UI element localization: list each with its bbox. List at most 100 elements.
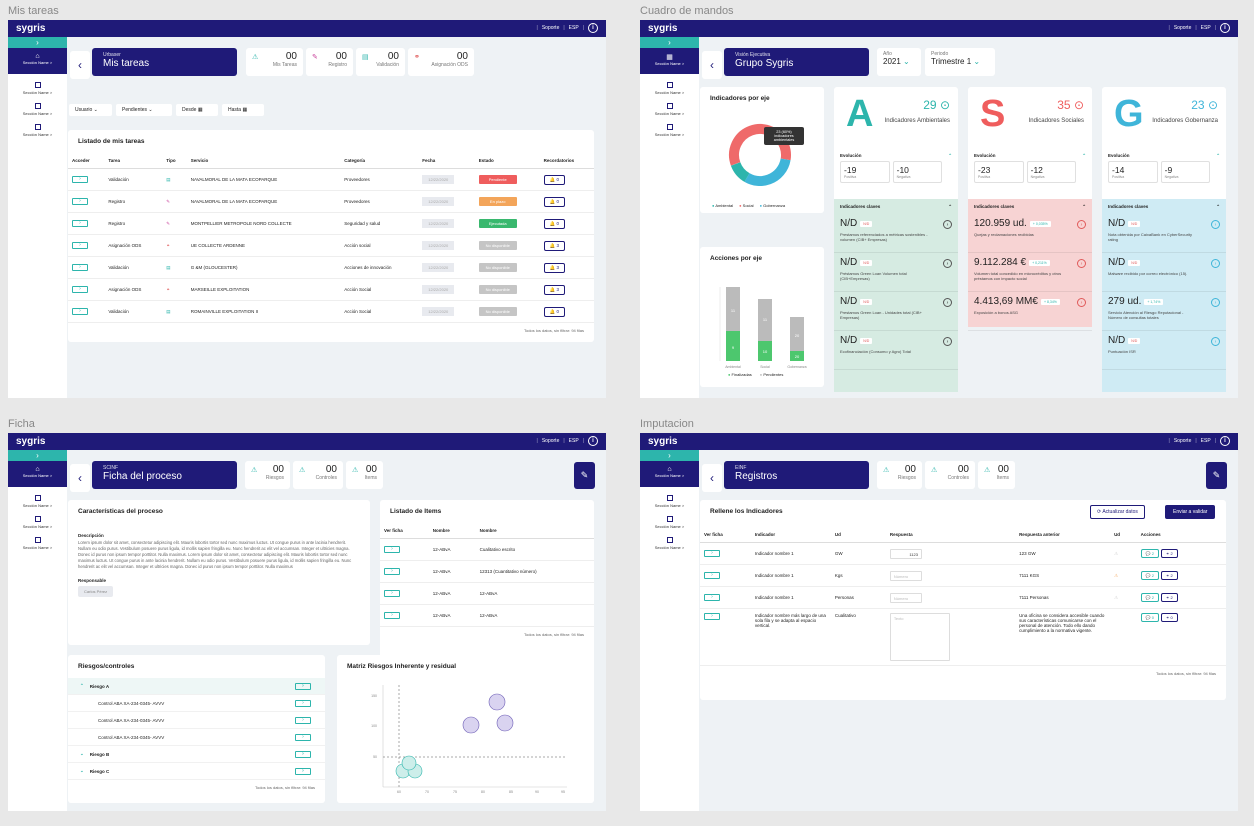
col-header[interactable]: Recordatorios	[539, 153, 594, 169]
sidebar-item[interactable]: Sección Name >	[8, 495, 67, 508]
risk-row[interactable]: ⌄ Riesgo B ›	[68, 746, 325, 763]
sidebar-toggle[interactable]: ›	[640, 37, 699, 48]
language-selector[interactable]: ESP	[1201, 25, 1211, 31]
sidebar-item[interactable]: Sección Name >	[8, 516, 67, 529]
back-button[interactable]: ‹	[702, 464, 722, 492]
back-button[interactable]: ‹	[702, 51, 722, 79]
home-icon: ⌂	[35, 53, 40, 60]
support-link[interactable]: Soporte	[1174, 25, 1192, 31]
language-selector[interactable]: ESP	[1201, 438, 1211, 444]
reminder-button[interactable]: 🔔 0	[543, 306, 565, 317]
go-icon[interactable]: ›	[1211, 220, 1220, 229]
sidebar-item[interactable]: Sección Name >	[640, 103, 699, 116]
info-icon[interactable]: i	[1220, 23, 1230, 33]
sidebar-item[interactable]: Sección Name >	[8, 103, 67, 116]
go-icon[interactable]: ›	[1211, 298, 1220, 307]
filter-hasta[interactable]: Hasta ▦	[222, 104, 264, 116]
filter-pendientes[interactable]: Pendientes ⌄	[116, 104, 172, 116]
col-header[interactable]: Servicio	[186, 153, 341, 169]
info-icon[interactable]: i	[588, 23, 598, 33]
sidebar-item[interactable]: Sección Name >	[640, 495, 699, 508]
col-header[interactable]: Tipo	[162, 153, 187, 169]
sidebar-item[interactable]: Sección Name >	[640, 537, 699, 550]
sidebar-toggle[interactable]: ›	[8, 450, 67, 461]
top-bar: sygris | Soporte | ESP | i	[640, 20, 1238, 37]
reminder-button[interactable]: 🔔 0	[543, 196, 565, 207]
go-icon[interactable]: ›	[943, 298, 952, 307]
top-bar: sygris | Soporte | ESP | i	[8, 433, 606, 450]
access-button[interactable]: ›	[72, 308, 88, 315]
edit-button[interactable]: ✎	[574, 462, 595, 489]
reminder-button[interactable]: 🔔 3	[543, 262, 565, 273]
control-row[interactable]: Control ABA XA-234-0345- AVVV ›	[68, 729, 325, 746]
sidebar-item[interactable]: Sección Name >	[640, 124, 699, 137]
sidebar-item[interactable]: Sección Name >	[8, 124, 67, 137]
control-row[interactable]: Control ABA XA-234-0345- AVVV ›	[68, 695, 325, 712]
sidebar-item-active[interactable]: ▦ Sección Name >	[640, 48, 699, 74]
filter-desde[interactable]: Desde ▦	[176, 104, 218, 116]
risk-row[interactable]: ⌄ Riesgo C ›	[68, 763, 325, 780]
language-selector[interactable]: ESP	[569, 25, 579, 31]
year-select[interactable]: Año 2021 ⌄	[877, 48, 921, 76]
answer-input[interactable]: 1123	[889, 548, 922, 559]
sidebar-item[interactable]: Sección Name >	[8, 82, 67, 95]
reminder-button[interactable]: 🔔 0	[543, 174, 565, 185]
refresh-button[interactable]: ⟳ Actualizar datos	[1090, 505, 1145, 519]
language-selector[interactable]: ESP	[569, 438, 579, 444]
sidebar-toggle[interactable]: ›	[640, 450, 699, 461]
sidebar-toggle[interactable]: ›	[8, 37, 67, 48]
go-icon[interactable]: ›	[943, 259, 952, 268]
logo: sygris	[16, 23, 46, 34]
back-button[interactable]: ‹	[70, 51, 90, 79]
reminder-button[interactable]: 🔔 0	[543, 218, 565, 229]
col-header[interactable]: Fecha	[418, 153, 475, 169]
go-icon[interactable]: ›	[1211, 259, 1220, 268]
view-button[interactable]: ›	[384, 612, 400, 619]
page-title: Ficha del proceso	[103, 471, 182, 482]
col-header[interactable]: Estado	[474, 153, 540, 169]
control-row[interactable]: Control ABA XA-234-0345- AVVV ›	[68, 712, 325, 729]
sidebar-item[interactable]: Sección Name >	[640, 516, 699, 529]
access-button[interactable]: ›	[72, 176, 88, 183]
table-row: › 12-ABvA 12-ABvA	[380, 604, 594, 627]
period-select[interactable]: Periodo Trimestre 1 ⌄	[925, 48, 995, 76]
reminder-button[interactable]: 🔔 3	[543, 240, 565, 251]
view-button[interactable]: ›	[384, 590, 400, 597]
go-icon[interactable]: ›	[1077, 298, 1086, 307]
go-icon[interactable]: ›	[1077, 220, 1086, 229]
access-button[interactable]: ›	[72, 286, 88, 293]
answer-input[interactable]: Número	[889, 592, 922, 603]
go-icon[interactable]: ›	[1077, 259, 1086, 268]
sidebar-item[interactable]: Sección Name >	[640, 82, 699, 95]
answer-textarea[interactable]: Texto	[889, 613, 950, 661]
support-link[interactable]: Soporte	[1174, 438, 1192, 444]
access-button[interactable]: ›	[72, 198, 88, 205]
sidebar-item-active[interactable]: ⌂ Sección Name >	[8, 48, 67, 74]
go-icon[interactable]: ›	[943, 220, 952, 229]
info-icon[interactable]: i	[588, 436, 598, 446]
col-header[interactable]: Acceder	[68, 153, 105, 169]
sidebar-item-active[interactable]: ⌂ Sección Name >	[640, 461, 699, 487]
reminder-button[interactable]: 🔔 3	[543, 284, 565, 295]
back-button[interactable]: ‹	[70, 464, 90, 492]
risk-row[interactable]: ⌃ Riesgo A ›	[68, 678, 325, 695]
support-link[interactable]: Soporte	[542, 25, 560, 31]
go-icon[interactable]: ›	[1211, 337, 1220, 346]
view-button[interactable]: ›	[384, 546, 400, 553]
access-button[interactable]: ›	[72, 264, 88, 271]
col-header[interactable]: Tarea	[104, 153, 163, 169]
support-link[interactable]: Soporte	[542, 438, 560, 444]
filter-usuario[interactable]: Usuario ⌄	[69, 104, 112, 116]
view-button[interactable]: ›	[384, 568, 400, 575]
send-validate-button[interactable]: Enviar a validar	[1165, 505, 1216, 519]
go-icon[interactable]: ›	[943, 337, 952, 346]
table-row: › Asignación ODS ⚭ UE COLLECTE ARDENNE Acció…	[68, 234, 594, 257]
access-button[interactable]: ›	[72, 242, 88, 249]
info-icon[interactable]: i	[1220, 436, 1230, 446]
edit-button[interactable]: ✎	[1206, 462, 1227, 489]
sidebar-item[interactable]: Sección Name >	[8, 537, 67, 550]
col-header[interactable]: Categoría	[340, 153, 419, 169]
access-button[interactable]: ›	[72, 220, 88, 227]
sidebar-item-active[interactable]: ⌂ Sección Name >	[8, 461, 67, 487]
answer-input[interactable]: Número	[889, 570, 922, 581]
